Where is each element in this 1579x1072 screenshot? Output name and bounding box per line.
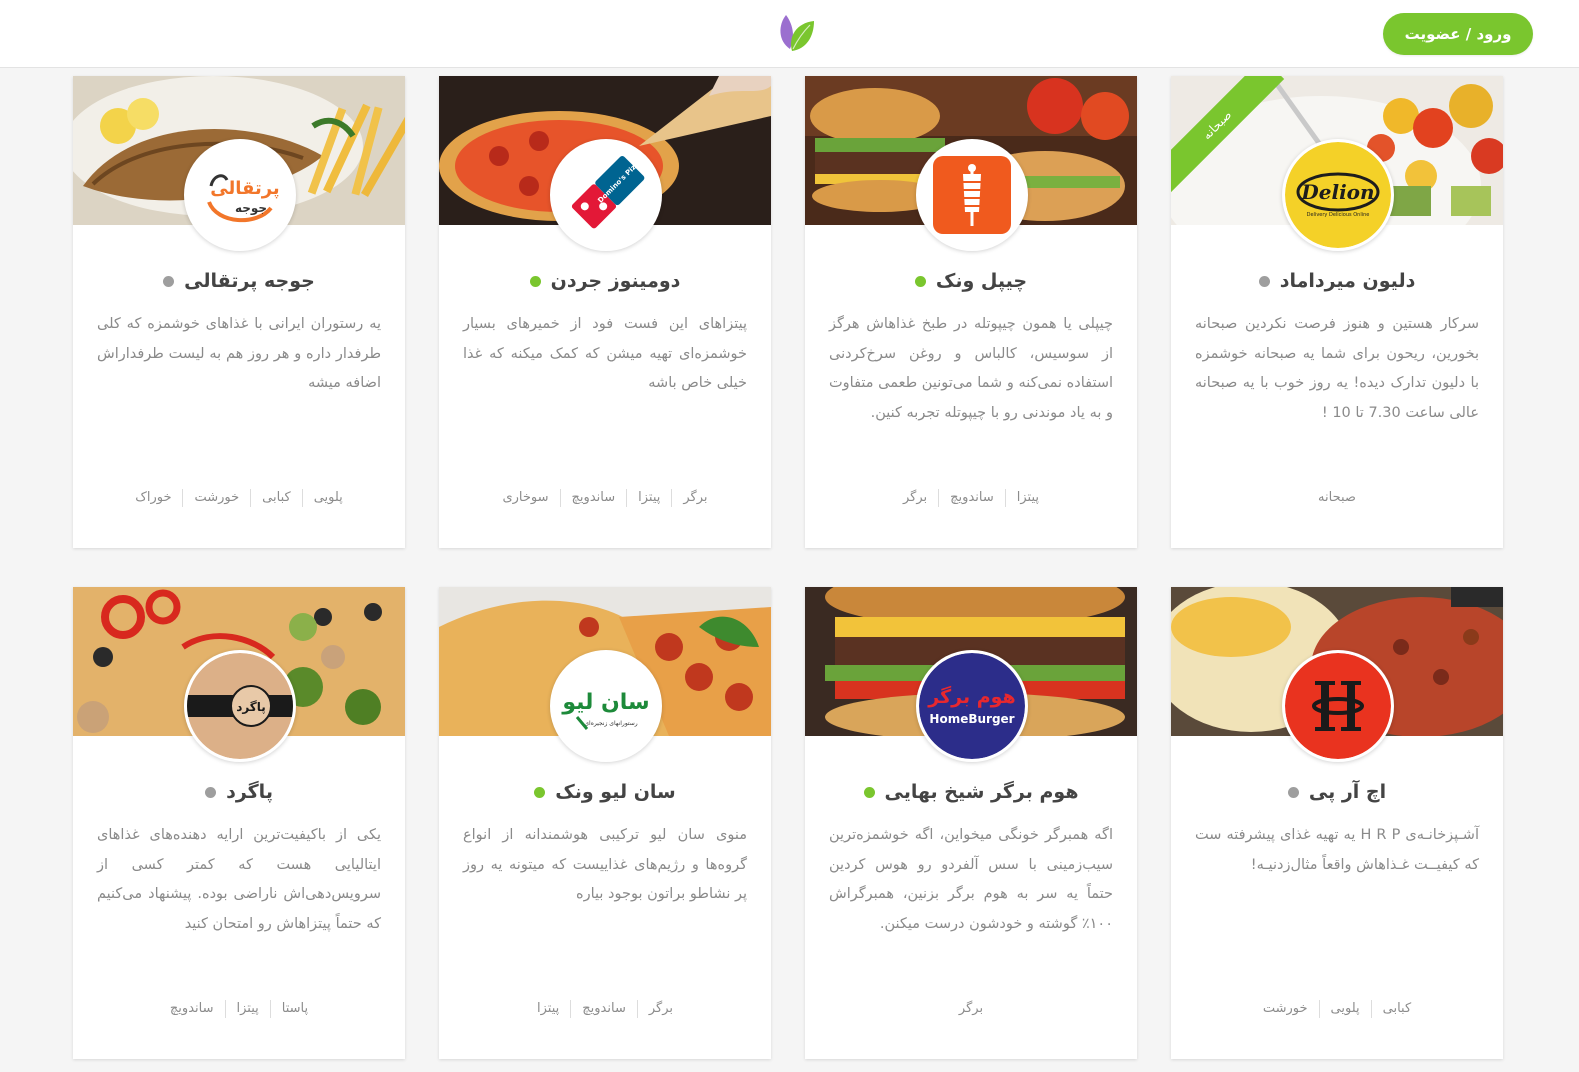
svg-text:سان لیو: سان لیو — [561, 690, 649, 715]
leaf-logo-icon[interactable] — [776, 11, 816, 53]
restaurant-tags: برگر ساندویچ پیتزا — [439, 997, 771, 1021]
category-tag[interactable]: سوخاری — [491, 489, 559, 507]
category-tag[interactable]: ساندویچ — [159, 1000, 225, 1018]
restaurant-card[interactable]: سان لیو رستورانهای زنجیره‌ای سان لیو ونک… — [439, 587, 771, 1059]
status-dot — [1258, 275, 1270, 287]
restaurant-name[interactable]: هوم برگر شیخ بهایی — [885, 781, 1079, 803]
svg-text:HomeBurger: HomeBurger — [929, 712, 1014, 726]
restaurant-name[interactable]: دومینوز جردن — [551, 270, 681, 292]
login-register-button[interactable]: ورود / عضویت — [1383, 13, 1533, 55]
restaurant-description: یکی از باکیفیت‌ترین ارایه دهنده‌های غذاه… — [97, 827, 381, 932]
restaurant-card[interactable]: چیپل ونک چیپلی یا همون چیپوتله در طبخ غذ… — [805, 76, 1137, 548]
svg-text:Delivery Delicious Online: Delivery Delicious Online — [1307, 212, 1370, 218]
svg-text:جوجه: جوجه — [235, 201, 267, 216]
category-tag[interactable]: کبابی — [1370, 1000, 1423, 1018]
status-dot — [529, 275, 541, 287]
category-tag[interactable]: پلویی — [1318, 1000, 1371, 1018]
status-dot — [1287, 786, 1299, 798]
category-tag[interactable]: خورشت — [182, 489, 250, 507]
restaurant-name[interactable]: اچ آر پی — [1309, 781, 1386, 803]
restaurant-tags: پیتزا ساندویچ برگر — [805, 486, 1137, 510]
category-tag[interactable]: پیتزا — [526, 1000, 570, 1018]
category-tag[interactable]: برگر — [671, 489, 718, 507]
chipel-logo-icon — [916, 139, 1028, 251]
restaurant-description: یه رستوران ایرانی با غذاهای خوشمزه که کل… — [97, 316, 381, 391]
restaurant-description: آشـپزخانـه‌ی H R P یه تهیه غذای پیشرفته … — [1195, 827, 1479, 873]
category-tag[interactable]: برگر — [948, 1000, 994, 1018]
svg-text:Delion: Delion — [1300, 180, 1374, 204]
svg-text:رستورانهای زنجیره‌ای: رستورانهای زنجیره‌ای — [584, 720, 637, 727]
restaurant-tags: کبابی پلویی خورشت — [1171, 997, 1503, 1021]
joojeh-portghali-logo-icon: پرتقالی جوجه — [184, 139, 296, 251]
restaurant-description: چیپلی یا همون چیپوتله در طبخ غذاهاش هرگز… — [829, 316, 1113, 421]
top-navbar: ورود / عضویت — [0, 0, 1579, 68]
restaurant-card[interactable]: صبحانه Delion Delivery Delicious Online … — [1171, 76, 1503, 548]
svg-text:هوم برگر: هوم برگر — [927, 685, 1015, 708]
restaurant-description: سرکار هستین و هنوز فرصت نکردین صبحانه بخ… — [1195, 316, 1479, 421]
restaurant-card[interactable]: پاگرد پاگرد یکی از باکیفیت‌ترین ارایه ده… — [73, 587, 405, 1059]
category-tag[interactable]: پیتزا — [626, 489, 671, 507]
hrp-logo-icon — [1282, 650, 1394, 762]
dominos-logo-icon: Domino's Pizza — [550, 139, 662, 251]
restaurant-tags: برگر — [805, 997, 1137, 1021]
home-burger-logo-icon: هوم برگر HomeBurger — [916, 650, 1028, 762]
svg-text:پاگرد: پاگرد — [236, 700, 266, 714]
restaurant-name[interactable]: دلیون میرداماد — [1280, 270, 1416, 292]
category-tag[interactable]: خورشت — [1252, 1000, 1319, 1018]
restaurant-name[interactable]: چیپل ونک — [936, 270, 1027, 292]
restaurant-name[interactable]: پاگرد — [226, 781, 273, 803]
status-dot — [914, 275, 926, 287]
restaurant-card[interactable]: هوم برگر HomeBurger هوم برگر شیخ بهایی ا… — [805, 587, 1137, 1059]
pagard-logo-icon: پاگرد — [184, 650, 296, 762]
restaurant-card[interactable]: پرتقالی جوجه جوجه پرتقالی یه رستوران ایر… — [73, 76, 405, 548]
restaurant-description: پیتزاهای این فست فود از خمیرهای بسیار خو… — [463, 316, 747, 391]
status-dot — [163, 275, 175, 287]
category-tag[interactable]: ساندویچ — [559, 489, 627, 507]
category-tag[interactable]: برگر — [636, 1000, 684, 1018]
restaurant-tags: صبحانه — [1171, 486, 1503, 510]
category-tag[interactable]: پلویی — [301, 489, 354, 507]
category-tag[interactable]: برگر — [892, 489, 938, 507]
status-dot — [863, 786, 875, 798]
sunleo-logo-icon: سان لیو رستورانهای زنجیره‌ای — [550, 650, 662, 762]
svg-text:پرتقالی: پرتقالی — [210, 178, 279, 199]
restaurant-description: منوی سان لیو ترکیبی هوشمندانه از انواع گ… — [463, 827, 747, 902]
restaurant-tags: پلویی کبابی خورشت خوراک — [73, 486, 405, 510]
status-dot — [205, 786, 217, 798]
category-tag[interactable]: صبحانه — [1307, 489, 1367, 507]
restaurant-description: اگه همبرگر خونگی میخواین، اگه خوشمزه‌تری… — [829, 827, 1113, 932]
category-tag[interactable]: ساندویچ — [938, 489, 1005, 507]
category-tag[interactable]: پاستا — [269, 1000, 319, 1018]
restaurant-name[interactable]: سان لیو ونک — [555, 781, 675, 803]
status-dot — [534, 786, 546, 798]
category-tag[interactable]: خوراک — [124, 489, 182, 507]
category-tag[interactable]: پیتزا — [224, 1000, 270, 1018]
restaurant-card[interactable]: Domino's Pizza دومینوز جردن پیتزاهای این… — [439, 76, 771, 548]
category-tag[interactable]: کبابی — [250, 489, 302, 507]
restaurant-tags: برگر پیتزا ساندویچ سوخاری — [439, 486, 771, 510]
restaurant-card[interactable]: اچ آر پی آشـپزخانـه‌ی H R P یه تهیه غذای… — [1171, 587, 1503, 1059]
delion-logo-icon: Delion Delivery Delicious Online — [1282, 139, 1394, 251]
category-tag[interactable]: پیتزا — [1004, 489, 1050, 507]
restaurant-name[interactable]: جوجه پرتقالی — [184, 270, 315, 292]
category-tag[interactable]: ساندویچ — [570, 1000, 637, 1018]
restaurant-tags: پاستا پیتزا ساندویچ — [73, 997, 405, 1021]
